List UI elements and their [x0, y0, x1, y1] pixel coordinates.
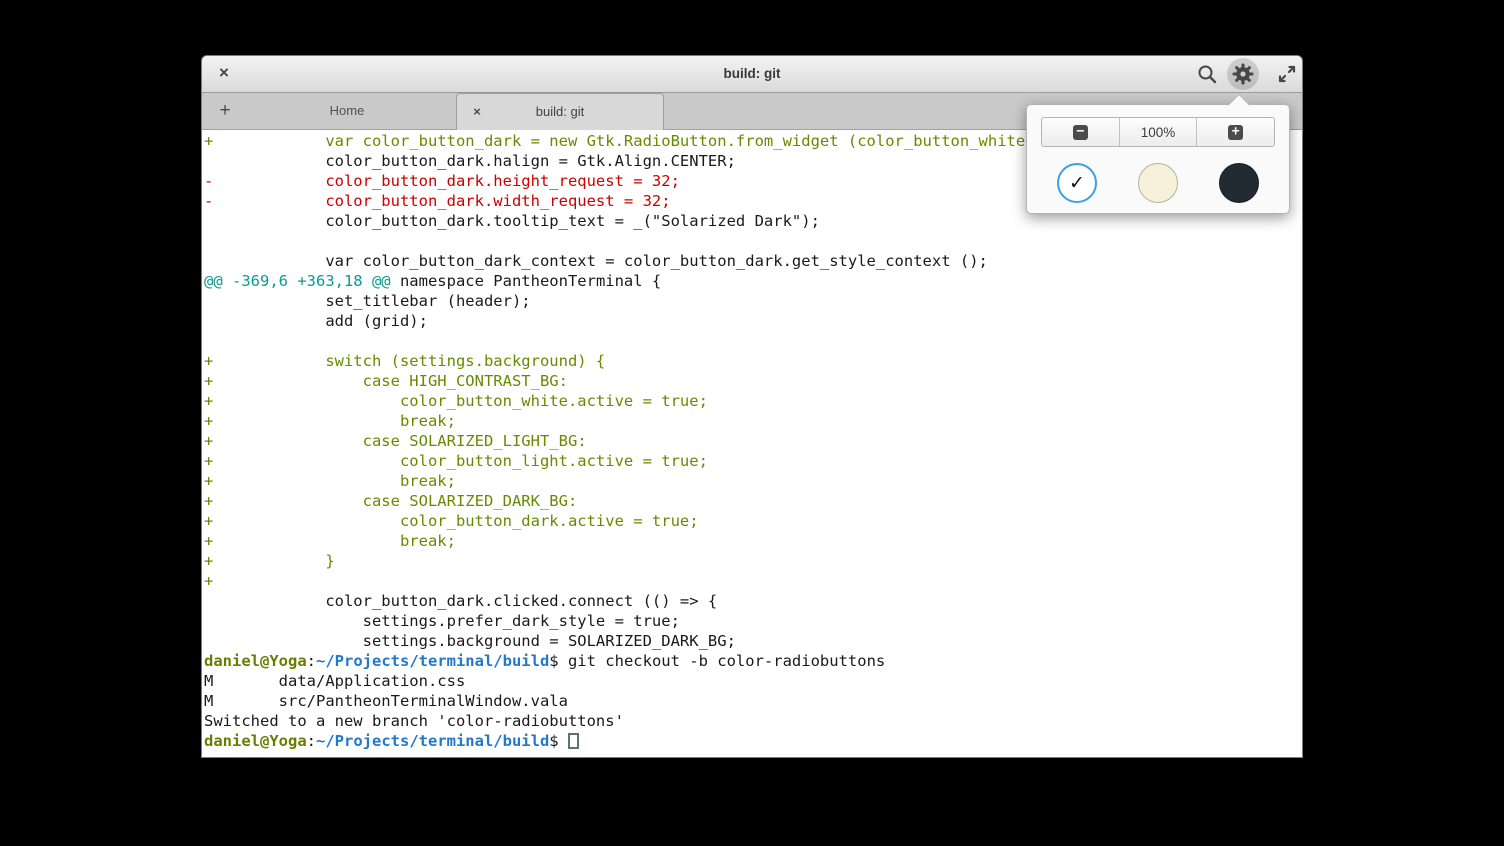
terminal-line: + break;: [204, 471, 1302, 491]
tab-label: build: git: [536, 104, 584, 119]
terminal-text: + case SOLARIZED_DARK_BG:: [204, 492, 577, 510]
terminal-text: ~/Projects/terminal/build: [316, 652, 549, 670]
terminal-text: set_titlebar (header);: [204, 292, 531, 310]
terminal-text: + case HIGH_CONTRAST_BG:: [204, 372, 568, 390]
theme-high-contrast-button[interactable]: ✓: [1057, 163, 1097, 203]
zoom-in-button[interactable]: +: [1196, 118, 1274, 146]
terminal-text: color_button_dark.tooltip_text = _("Sola…: [204, 212, 820, 230]
terminal-line: settings.background = SOLARIZED_DARK_BG;: [204, 631, 1302, 651]
theme-solarized-light-button[interactable]: [1138, 163, 1178, 203]
titlebar[interactable]: × build: git: [202, 56, 1302, 93]
theme-solarized-dark-button[interactable]: [1219, 163, 1259, 203]
terminal-line: add (grid);: [204, 311, 1302, 331]
terminal-line: + break;: [204, 531, 1302, 551]
terminal-cursor: [568, 733, 579, 749]
zoom-level[interactable]: 100%: [1119, 118, 1197, 146]
terminal-line: color_button_dark.tooltip_text = _("Sola…: [204, 211, 1302, 231]
terminal-text: + break;: [204, 472, 456, 490]
terminal-text: - color_button_dark.height_request = 32;: [204, 172, 680, 190]
terminal-line: + color_button_white.active = true;: [204, 391, 1302, 411]
terminal-text: - color_button_dark.width_request = 32;: [204, 192, 671, 210]
terminal-line: + color_button_light.active = true;: [204, 451, 1302, 471]
terminal-line: [204, 231, 1302, 251]
terminal-text: + color_button_light.active = true;: [204, 452, 708, 470]
terminal-text: $ git checkout -b color-radiobuttons: [549, 652, 885, 670]
theme-buttons-row: ✓: [1027, 163, 1289, 203]
terminal-text: M data/Application.css: [204, 672, 465, 690]
minus-icon: −: [1073, 125, 1088, 140]
terminal-text: add (grid);: [204, 312, 428, 330]
terminal-text: daniel@Yoga: [204, 732, 307, 750]
terminal-line: Switched to a new branch 'color-radiobut…: [204, 711, 1302, 731]
search-icon[interactable]: [1196, 63, 1218, 85]
settings-gear-icon[interactable]: [1227, 58, 1259, 90]
tab-home[interactable]: Home: [238, 93, 456, 130]
terminal-text: :: [307, 732, 316, 750]
terminal-line: +: [204, 571, 1302, 591]
terminal-text: settings.background = SOLARIZED_DARK_BG;: [204, 632, 736, 650]
terminal-text: @@ -369,6 +363,18 @@: [204, 272, 391, 290]
terminal-line: color_button_dark.clicked.connect (() =>…: [204, 591, 1302, 611]
terminal-line: @@ -369,6 +363,18 @@ namespace PantheonT…: [204, 271, 1302, 291]
zoom-level-label: 100%: [1141, 125, 1176, 140]
terminal-line: + case HIGH_CONTRAST_BG:: [204, 371, 1302, 391]
terminal-text: + color_button_white.active = true;: [204, 392, 708, 410]
expand-window-icon[interactable]: [1276, 63, 1298, 85]
terminal-line: + break;: [204, 411, 1302, 431]
terminal-line: M data/Application.css: [204, 671, 1302, 691]
terminal-text: namespace PantheonTerminal {: [391, 272, 662, 290]
terminal-line: daniel@Yoga:~/Projects/terminal/build$ g…: [204, 651, 1302, 671]
terminal-line: [204, 331, 1302, 351]
terminal-line: + case SOLARIZED_DARK_BG:: [204, 491, 1302, 511]
terminal-text: $: [549, 732, 568, 750]
terminal-text: ~/Projects/terminal/build: [316, 732, 549, 750]
zoom-out-button[interactable]: −: [1042, 118, 1119, 146]
tab-close-icon[interactable]: ×: [468, 94, 486, 129]
terminal-text: color_button_dark.halign = Gtk.Align.CEN…: [204, 152, 736, 170]
terminal-line: set_titlebar (header);: [204, 291, 1302, 311]
terminal-text: + break;: [204, 532, 456, 550]
terminal-text: :: [307, 652, 316, 670]
terminal-text: + case SOLARIZED_LIGHT_BG:: [204, 432, 587, 450]
terminal-output[interactable]: + var color_button_dark = new Gtk.RadioB…: [202, 130, 1302, 757]
terminal-line: + color_button_dark.active = true;: [204, 511, 1302, 531]
terminal-text: + color_button_dark.active = true;: [204, 512, 699, 530]
zoom-control: − 100% +: [1041, 117, 1275, 147]
terminal-text: color_button_dark.clicked.connect (() =>…: [204, 592, 717, 610]
terminal-text: daniel@Yoga: [204, 652, 307, 670]
terminal-line: settings.prefer_dark_style = true;: [204, 611, 1302, 631]
check-icon: ✓: [1069, 172, 1085, 195]
terminal-line: + switch (settings.background) {: [204, 351, 1302, 371]
settings-popover: − 100% + ✓: [1026, 104, 1290, 214]
terminal-text: +: [204, 572, 213, 590]
terminal-line: var color_button_dark_context = color_bu…: [204, 251, 1302, 271]
terminal-text: var color_button_dark_context = color_bu…: [204, 252, 988, 270]
terminal-text: + var color_button_dark = new Gtk.RadioB…: [204, 132, 1044, 150]
plus-icon: +: [1228, 125, 1243, 140]
terminal-line: + case SOLARIZED_LIGHT_BG:: [204, 431, 1302, 451]
terminal-text: + }: [204, 552, 335, 570]
terminal-text: M src/PantheonTerminalWindow.vala: [204, 692, 568, 710]
window-title: build: git: [202, 56, 1302, 92]
terminal-line: daniel@Yoga:~/Projects/terminal/build$: [204, 731, 1302, 751]
terminal-text: + switch (settings.background) {: [204, 352, 605, 370]
tab-build-git[interactable]: × build: git: [456, 93, 664, 130]
terminal-line: + }: [204, 551, 1302, 571]
terminal-text: Switched to a new branch 'color-radiobut…: [204, 712, 624, 730]
new-tab-button[interactable]: +: [212, 93, 238, 129]
terminal-text: settings.prefer_dark_style = true;: [204, 612, 680, 630]
terminal-line: M src/PantheonTerminalWindow.vala: [204, 691, 1302, 711]
terminal-text: + break;: [204, 412, 456, 430]
